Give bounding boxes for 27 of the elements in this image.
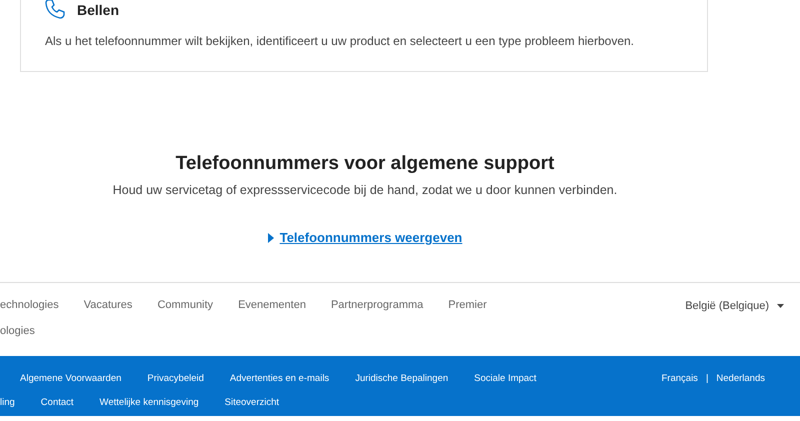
- phone-numbers-link[interactable]: Telefoonnummers weergeven: [268, 230, 462, 245]
- legal-link[interactable]: Sociale Impact: [474, 373, 536, 397]
- legal-link[interactable]: ling: [0, 397, 15, 421]
- section-subtitle: Houd uw servicetag of expressservicecode bij de hand, zodat we u door kunnen verbinden.: [112, 183, 618, 197]
- language-link[interactable]: Français: [662, 373, 698, 384]
- legal-link[interactable]: Privacybeleid: [147, 373, 204, 397]
- legal-link[interactable]: Wettelijke kennisgeving: [100, 397, 199, 421]
- separator: |: [706, 373, 708, 384]
- footer-link[interactable]: Vacatures: [84, 299, 132, 325]
- footer-link[interactable]: echnologies: [0, 299, 59, 325]
- card-title: Bellen: [77, 2, 120, 18]
- card-text: Als u het telefoonnummer wilt bekijken, identificeert u uw product en selecteert u een type probleem hierboven.: [45, 34, 635, 48]
- footer-link[interactable]: Evenementen: [238, 299, 306, 325]
- section-heading: Telefoonnummers voor algemene support: [176, 153, 554, 175]
- legal-link[interactable]: Advertenties en e-mails: [230, 373, 330, 397]
- region-selector[interactable]: België (Belgique): [685, 300, 784, 312]
- language-link[interactable]: Nederlands: [716, 373, 765, 384]
- footer-link[interactable]: Partnerprogramma: [330, 299, 424, 325]
- footer-link[interactable]: Premier: [448, 299, 487, 325]
- legal-link[interactable]: Juridische Bepalingen: [355, 373, 448, 397]
- footer-link[interactable]: Community: [157, 299, 214, 325]
- legal-link[interactable]: Contact: [40, 397, 74, 421]
- legal-link[interactable]: Algemene Voorwaarden: [20, 373, 122, 397]
- legal-link[interactable]: Siteoverzicht: [224, 397, 280, 421]
- footer-link[interactable]: ologies: [0, 325, 35, 351]
- caret-icon: [777, 304, 784, 308]
- phone-icon: [45, 0, 65, 19]
